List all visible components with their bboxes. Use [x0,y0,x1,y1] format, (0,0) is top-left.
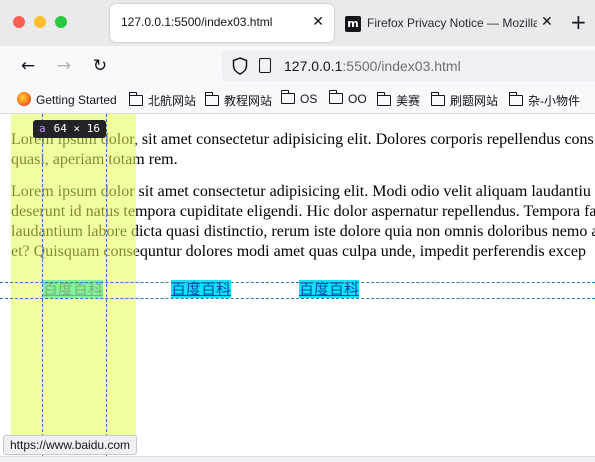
url-path: :5500/index03.html [342,58,461,74]
page-content: Lorem ipsum dolor, sit amet consectetur … [0,114,595,462]
url-host: 127.0.0.1 [284,58,343,74]
shield-icon[interactable] [232,57,248,75]
folder-icon [128,92,143,106]
url-text[interactable]: 127.0.0.1:5500/index03.html [284,58,461,74]
tab-close-icon[interactable]: ✕ [541,13,553,31]
minimize-window-button[interactable] [34,16,46,28]
mozilla-icon: m [345,16,361,32]
link-status-url: https://www.baidu.com [3,435,138,455]
devtools-edge [0,456,595,462]
baidu-link[interactable]: 百度百科 [43,280,104,298]
folder-icon [328,90,343,104]
close-window-button[interactable] [13,16,25,28]
paragraph-line: quasi, aperiam totam rem. [11,151,178,168]
bookmark-getting-started[interactable]: Getting Started [17,92,117,108]
paragraph-line: laudantium labore dicta quasi distinctio… [11,223,595,240]
bookmark-label: 杂-小物件 [528,94,580,108]
element-size: 64 × 16 [53,122,100,135]
firefox-icon [17,92,31,106]
bookmark-folder[interactable]: 教程网站 [204,92,273,108]
tab-privacy-notice[interactable]: m Firefox Privacy Notice — Mozilla ✕ [345,4,557,42]
element-tag: a [39,122,46,135]
bookmark-folder[interactable]: 杂-小物件 [508,92,580,108]
tab-title: Firefox Privacy Notice — Mozilla [367,16,537,30]
bookmark-folder[interactable]: OO [328,90,367,108]
bookmark-label: 教程网站 [224,94,273,108]
folder-icon [508,92,523,106]
new-tab-button[interactable]: + [570,10,587,34]
paragraph-line: et? Quisquam consequntur dolores modi am… [11,243,586,260]
tab-strip: 127.0.0.1:5500/index03.html ✕ m Firefox … [0,0,595,46]
bookmark-label: OO [348,92,367,106]
navigation-toolbar: ← → ↻ 127.0.0.1:5500/index03.html [0,46,595,86]
url-bar[interactable]: 127.0.0.1:5500/index03.html [222,51,595,81]
tab-title: 127.0.0.1:5500/index03.html [121,15,273,29]
bookmarks-toolbar: Getting Started 北航网站 教程网站 OS OO 美赛 刷题网站 … [0,86,595,114]
forward-button[interactable]: → [53,55,75,77]
maximize-window-button[interactable] [55,16,67,28]
folder-icon [204,92,219,106]
paragraph: Lorem ipsum dolor sit amet consectetur a… [11,182,595,262]
bookmark-folder[interactable]: 刷题网站 [430,92,499,108]
back-button[interactable]: ← [17,55,39,77]
page-icon [259,58,271,73]
paragraph-line: Lorem ipsum dolor sit amet consectetur a… [11,183,591,200]
bookmark-label: Getting Started [36,93,117,107]
paragraph-line: deserunt id natus tempora cupiditate eli… [11,203,595,220]
folder-icon [430,92,445,106]
bookmark-folder[interactable]: 北航网站 [128,92,197,108]
baidu-link[interactable]: 百度百科 [171,280,232,298]
folder-icon [376,92,391,106]
bookmark-label: 美赛 [396,94,421,108]
bookmark-label: 刷题网站 [450,94,499,108]
link-row: 百度百科 百度百科 百度百科 [0,278,595,302]
tab-active[interactable]: 127.0.0.1:5500/index03.html ✕ [110,4,334,42]
reload-button[interactable]: ↻ [89,55,111,77]
bookmark-folder[interactable]: OS [280,90,318,108]
bookmark-label: 北航网站 [148,94,197,108]
tab-close-icon[interactable]: ✕ [312,13,324,31]
bookmark-label: OS [300,92,318,106]
folder-icon [280,90,295,104]
bookmark-folder[interactable]: 美赛 [376,92,421,108]
baidu-link[interactable]: 百度百科 [299,280,360,298]
inspector-tooltip: a 64 × 16 [33,120,106,138]
